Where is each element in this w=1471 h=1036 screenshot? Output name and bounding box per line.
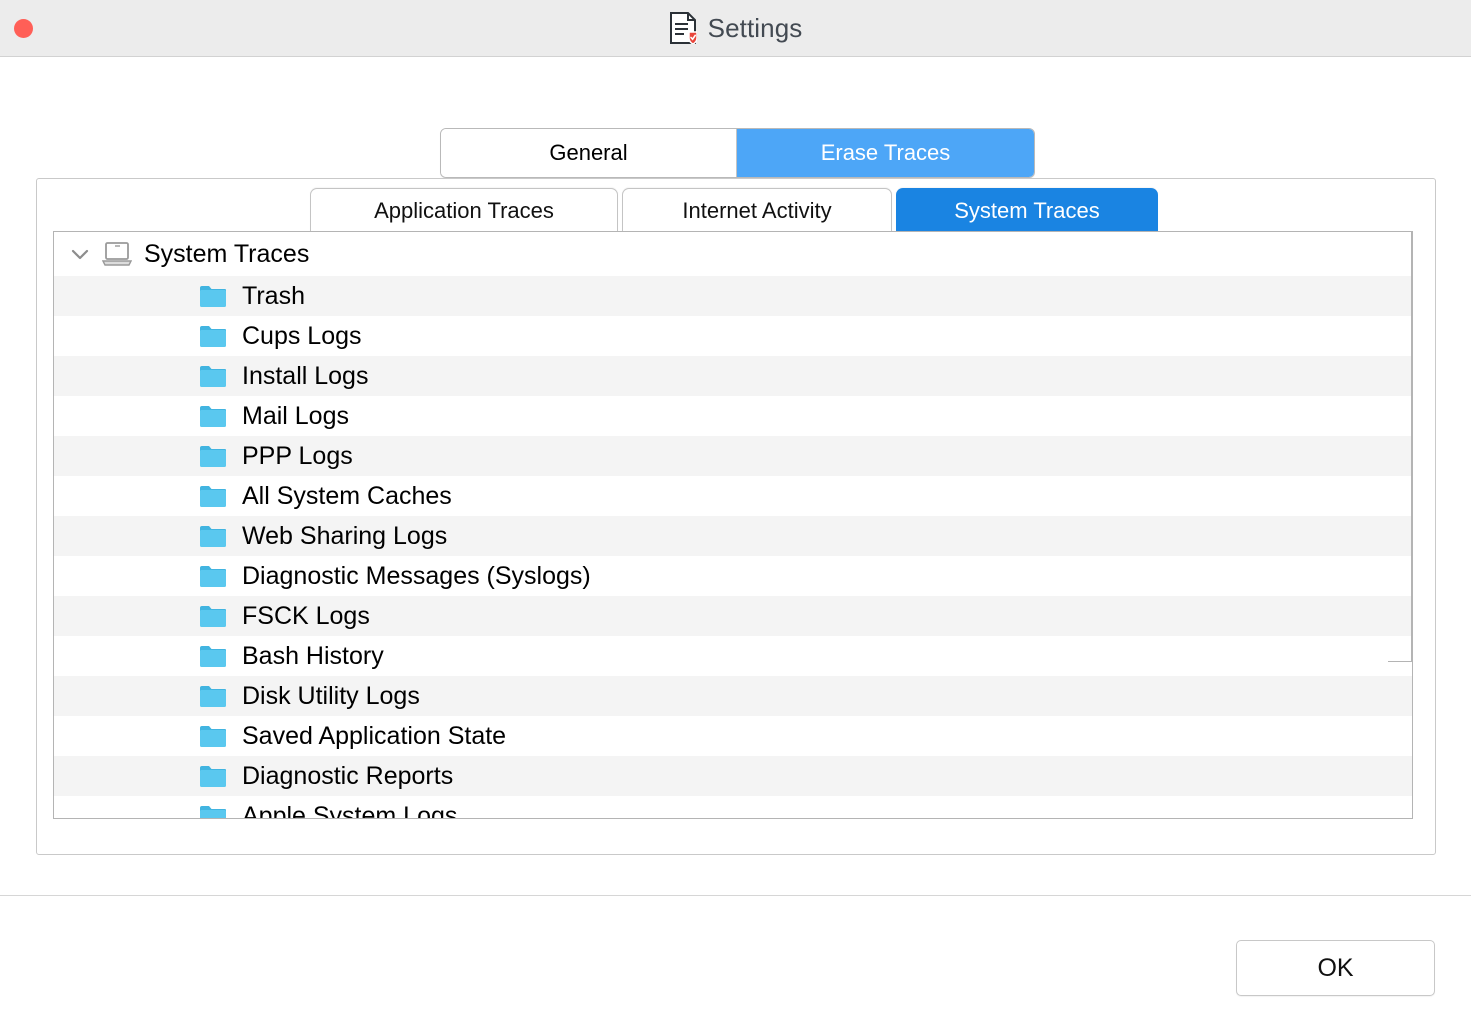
tree-item-label: Mail Logs <box>242 401 349 430</box>
folder-icon <box>200 365 226 387</box>
document-shield-icon <box>669 12 697 44</box>
tree-item-label: FSCK Logs <box>242 601 370 630</box>
tree-item-row[interactable]: Saved Application State <box>54 716 1412 756</box>
scroll-area-edge <box>1411 232 1412 662</box>
tree-item-content: Disk Utility Logs <box>54 676 1384 716</box>
folder-icon <box>200 485 226 507</box>
folder-icon <box>200 725 226 747</box>
folder-icon <box>200 645 226 667</box>
tree-item-row[interactable]: Disk Utility Logs <box>54 676 1412 716</box>
scroll-area-edge-foot <box>1388 661 1412 662</box>
ok-button[interactable]: OK <box>1236 940 1435 996</box>
tree-item-row[interactable]: PPP Logs <box>54 436 1412 476</box>
tree-item-row[interactable]: Mail Logs <box>54 396 1412 436</box>
tree-root-row[interactable]: System Traces <box>54 232 1412 276</box>
folder-icon <box>200 765 226 787</box>
tree-item-content: Web Sharing Logs <box>54 516 1384 556</box>
tree-item-content: Trash <box>54 276 1384 316</box>
folder-icon <box>200 565 226 587</box>
folder-icon <box>200 605 226 627</box>
tab-internet-activity[interactable]: Internet Activity <box>622 188 892 233</box>
tree-item-label: Disk Utility Logs <box>242 681 420 710</box>
tree-item-content: Bash History <box>54 636 1384 676</box>
tree-item-label: All System Caches <box>242 481 452 510</box>
folder-icon <box>200 405 226 427</box>
tree-item-content: Apple System Logs <box>54 796 1384 819</box>
tree-root-label: System Traces <box>144 239 310 268</box>
laptop-icon <box>102 242 132 266</box>
tree-item-content: Diagnostic Reports <box>54 756 1384 796</box>
tree-item-row[interactable]: Trash <box>54 276 1412 316</box>
tree-item-label: Trash <box>242 281 305 310</box>
window-title-group: Settings <box>0 0 1471 56</box>
folder-icon <box>200 285 226 307</box>
tree-item-label: Install Logs <box>242 361 369 390</box>
tree-item-row[interactable]: Apple System Logs <box>54 796 1412 819</box>
tree-item-label: Apple System Logs <box>242 801 458 819</box>
tree-item-content: Mail Logs <box>54 396 1384 436</box>
tree-item-label: Diagnostic Reports <box>242 761 454 790</box>
tree-item-label: Web Sharing Logs <box>242 521 448 550</box>
tree-item-label: Diagnostic Messages (Syslogs) <box>242 561 591 590</box>
tree-item-row[interactable]: All System Caches <box>54 476 1412 516</box>
tree-item-row[interactable]: FSCK Logs <box>54 596 1412 636</box>
tree-item-content: Install Logs <box>54 356 1384 396</box>
folder-icon <box>200 525 226 547</box>
folder-icon <box>200 805 226 818</box>
folder-icon <box>200 445 226 467</box>
tab-general[interactable]: General <box>441 129 737 177</box>
tree-item-row[interactable]: Diagnostic Reports <box>54 756 1412 796</box>
system-traces-tree-view[interactable]: System Traces Trash Cups Logs Install Logs… <box>53 231 1413 819</box>
tree-item-label: Saved Application State <box>242 721 507 750</box>
tree-item-content: Saved Application State <box>54 716 1384 756</box>
tree-item-content: FSCK Logs <box>54 596 1384 636</box>
window-title-bar: Settings <box>0 0 1471 57</box>
tree-item-row[interactable]: Web Sharing Logs <box>54 516 1412 556</box>
tree-item-content: All System Caches <box>54 476 1384 516</box>
folder-icon <box>200 325 226 347</box>
tree-item-row[interactable]: Bash History <box>54 636 1412 676</box>
tab-erase-traces[interactable]: Erase Traces <box>737 129 1034 177</box>
footer-separator <box>0 895 1471 896</box>
chevron-down-icon[interactable] <box>68 242 92 266</box>
tab-application-traces[interactable]: Application Traces <box>310 188 618 233</box>
window-title: Settings <box>707 12 803 43</box>
tree-item-label: Cups Logs <box>242 321 362 350</box>
tree-item-row[interactable]: Cups Logs <box>54 316 1412 356</box>
tree-item-row[interactable]: Install Logs <box>54 356 1412 396</box>
tree-item-row[interactable]: Diagnostic Messages (Syslogs) <box>54 556 1412 596</box>
tree-item-label: Bash History <box>242 641 384 670</box>
trace-category-tab-bar: Application Traces Internet Activity Sys… <box>310 188 1158 233</box>
tab-system-traces[interactable]: System Traces <box>896 188 1158 233</box>
folder-icon <box>200 685 226 707</box>
erase-traces-tab-bar: General Erase Traces <box>440 128 1035 178</box>
tree-items-container: System Traces Trash Cups Logs Install Logs… <box>54 232 1412 819</box>
tree-item-label: PPP Logs <box>242 441 353 470</box>
tree-item-content: PPP Logs <box>54 436 1384 476</box>
tree-item-content: Diagnostic Messages (Syslogs) <box>54 556 1384 596</box>
tree-item-content: Cups Logs <box>54 316 1384 356</box>
